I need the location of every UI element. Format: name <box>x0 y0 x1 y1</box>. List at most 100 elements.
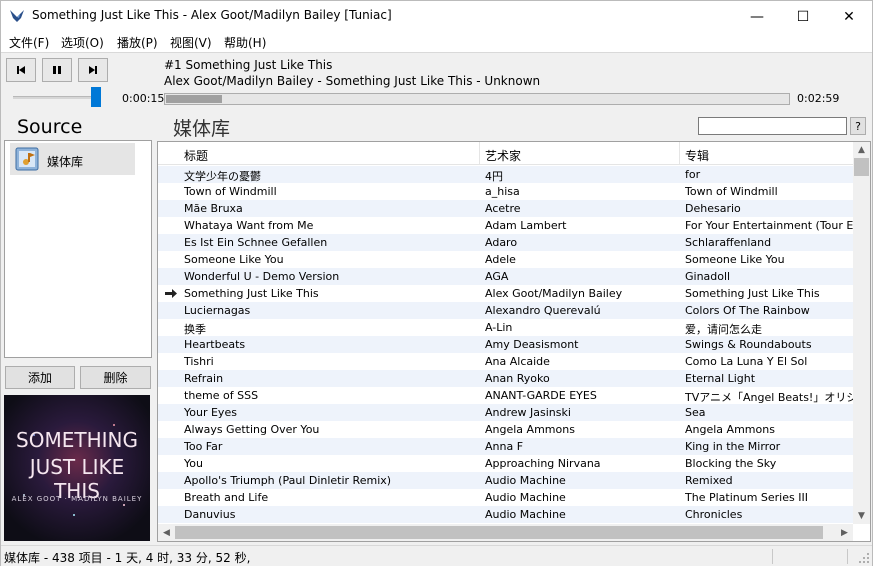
vertical-scroll-thumb[interactable] <box>854 158 869 176</box>
cell-title: Wonderful U - Demo Version <box>184 270 340 283</box>
cell-title: Someone Like You <box>184 253 284 266</box>
column-header-album[interactable]: 专辑 <box>685 147 709 164</box>
status-divider <box>772 549 773 564</box>
table-row[interactable]: Breath and Life Audio Machine The Platinum… <box>158 489 853 506</box>
scroll-right-icon[interactable]: ▶ <box>836 524 853 541</box>
now-playing-details: Alex Goot/Madilyn Bailey - Something Jus… <box>164 74 541 88</box>
minimize-button[interactable]: — <box>734 1 780 32</box>
cell-artist: Alexandro Querevalú <box>485 304 601 317</box>
menu-playback[interactable]: 播放(P) <box>117 34 158 51</box>
cell-title: Luciernagas <box>184 304 251 317</box>
transport-panel: #1 Something Just Like This Alex Goot/Ma… <box>1 52 872 110</box>
source-item-media-library[interactable]: 媒体库 <box>10 143 135 175</box>
table-row[interactable]: Always Getting Over You Angela Ammons Ange… <box>158 421 853 438</box>
cell-album: King in the Mirror <box>685 440 781 453</box>
total-time: 0:02:59 <box>797 92 840 105</box>
table-row[interactable]: Too Far Anna F King in the Mirror <box>158 438 853 455</box>
column-header-title[interactable]: 标题 <box>184 147 208 164</box>
table-row[interactable]: theme of SSS ANANT-GARDE EYES TVアニメ「Angel … <box>158 387 853 404</box>
horizontal-scroll-thumb[interactable] <box>175 526 823 539</box>
cell-album: Town of Windmill <box>685 185 778 198</box>
pause-icon <box>53 66 61 74</box>
table-row[interactable]: Refrain Anan Ryoko Eternal Light <box>158 370 853 387</box>
column-divider[interactable] <box>479 142 480 165</box>
menu-file[interactable]: 文件(F) <box>9 34 49 51</box>
status-divider <box>847 549 848 564</box>
menu-bar: 文件(F) 选项(O) 播放(P) 视图(V) 帮助(H) <box>1 32 872 52</box>
vertical-scrollbar[interactable]: ▲ <box>853 142 870 524</box>
cell-album: Chronicles <box>685 508 743 521</box>
table-row[interactable]: 文学少年の憂鬱 4円 for <box>158 166 853 183</box>
table-row[interactable]: Wonderful U - Demo Version AGA Ginadoll <box>158 268 853 285</box>
scroll-down-icon[interactable]: ▼ <box>853 507 870 524</box>
table-row[interactable]: Danuvius Audio Machine Chronicles <box>158 506 853 523</box>
table-row[interactable]: Es Ist Ein Schnee Gefallen Adaro Schlaraff… <box>158 234 853 251</box>
previous-icon <box>17 66 25 74</box>
cell-album: Sea <box>685 406 706 419</box>
volume-slider-thumb[interactable] <box>91 87 101 107</box>
table-row[interactable]: Mãe Bruxa Acetre Dehesario <box>158 200 853 217</box>
table-row[interactable]: Something Just Like This Alex Goot/Madily… <box>158 285 853 302</box>
scroll-left-icon[interactable]: ◀ <box>158 524 175 541</box>
scroll-up-icon[interactable]: ▲ <box>853 142 870 158</box>
cell-artist: A-Lin <box>485 321 513 334</box>
table-row[interactable]: Your Eyes Andrew Jasinski Sea <box>158 404 853 421</box>
cell-artist: Adam Lambert <box>485 219 567 232</box>
elapsed-time: 0:00:15 <box>122 92 165 105</box>
resize-grip-icon[interactable] <box>858 552 870 564</box>
cell-title: 换季 <box>184 323 206 336</box>
search-help-button[interactable]: ? <box>850 117 866 135</box>
menu-view[interactable]: 视图(V) <box>170 34 212 51</box>
table-row[interactable]: You Approaching Nirvana Blocking the Sky <box>158 455 853 472</box>
source-item-label: 媒体库 <box>47 155 84 169</box>
table-row[interactable]: Luciernagas Alexandro Querevalú Colors Of … <box>158 302 853 319</box>
column-header-artist[interactable]: 艺术家 <box>485 147 521 164</box>
cell-album: Something Just Like This <box>685 287 820 300</box>
cell-title: Whataya Want from Me <box>184 219 314 232</box>
delete-button[interactable]: 删除 <box>80 366 151 389</box>
cell-title: theme of SSS <box>184 389 259 402</box>
cell-album: The Platinum Series III <box>685 491 808 504</box>
add-button[interactable]: 添加 <box>5 366 75 389</box>
table-row[interactable]: Tishri Ana Alcaide Como La Luna Y El Sol <box>158 353 853 370</box>
close-button[interactable]: ✕ <box>826 1 872 32</box>
volume-slider-track[interactable] <box>13 96 101 99</box>
cell-album: Schlaraffenland <box>685 236 772 249</box>
next-button[interactable] <box>78 58 108 82</box>
previous-button[interactable] <box>6 58 36 82</box>
menu-options[interactable]: 选项(O) <box>61 34 104 51</box>
maximize-button[interactable]: ☐ <box>780 1 826 32</box>
pause-button[interactable] <box>42 58 72 82</box>
horizontal-scrollbar[interactable]: ◀ ▶ <box>158 524 853 541</box>
cell-album: Swings & Roundabouts <box>685 338 812 351</box>
table-row[interactable]: Someone Like You Adele Someone Like You <box>158 251 853 268</box>
table-row[interactable]: Town of Windmill a_hisa Town of Windmill <box>158 183 853 200</box>
search-input[interactable] <box>698 117 847 135</box>
title-bar: Something Just Like This - Alex Goot/Mad… <box>1 1 872 32</box>
column-divider[interactable] <box>679 142 680 165</box>
cell-artist: Acetre <box>485 202 521 215</box>
cell-title: Tishri <box>184 355 214 368</box>
table-row[interactable]: 换季 A-Lin 爱，请问怎么走 <box>158 319 853 336</box>
tuniac-logo-icon <box>10 10 24 22</box>
cell-title: Breath and Life <box>184 491 269 504</box>
cell-title: Refrain <box>184 372 224 385</box>
cell-artist: Angela Ammons <box>485 423 575 436</box>
cell-album: For Your Entertainment (Tour Edition) <box>685 219 853 232</box>
cell-artist: Audio Machine <box>485 508 566 521</box>
cell-title: Es Ist Ein Schnee Gefallen <box>184 236 328 249</box>
table-row[interactable]: Apollo's Triumph (Paul Dinletir Remix) Au… <box>158 472 853 489</box>
seek-bar[interactable] <box>164 93 790 105</box>
cell-artist: Adele <box>485 253 516 266</box>
table-row[interactable]: Whataya Want from Me Adam Lambert For Your… <box>158 217 853 234</box>
cell-title: Too Far <box>184 440 223 453</box>
cell-title: Town of Windmill <box>184 185 277 198</box>
cell-artist: Amy Deasismont <box>485 338 579 351</box>
cell-album: Someone Like You <box>685 253 785 266</box>
cell-title: Your Eyes <box>184 406 237 419</box>
source-heading: Source <box>17 116 83 138</box>
menu-help[interactable]: 帮助(H) <box>224 34 266 51</box>
cell-artist: Audio Machine <box>485 491 566 504</box>
album-art-artist: ALEX GOOT · MADILYN BAILEY <box>11 495 143 503</box>
table-row[interactable]: Heartbeats Amy Deasismont Swings & Roundab… <box>158 336 853 353</box>
